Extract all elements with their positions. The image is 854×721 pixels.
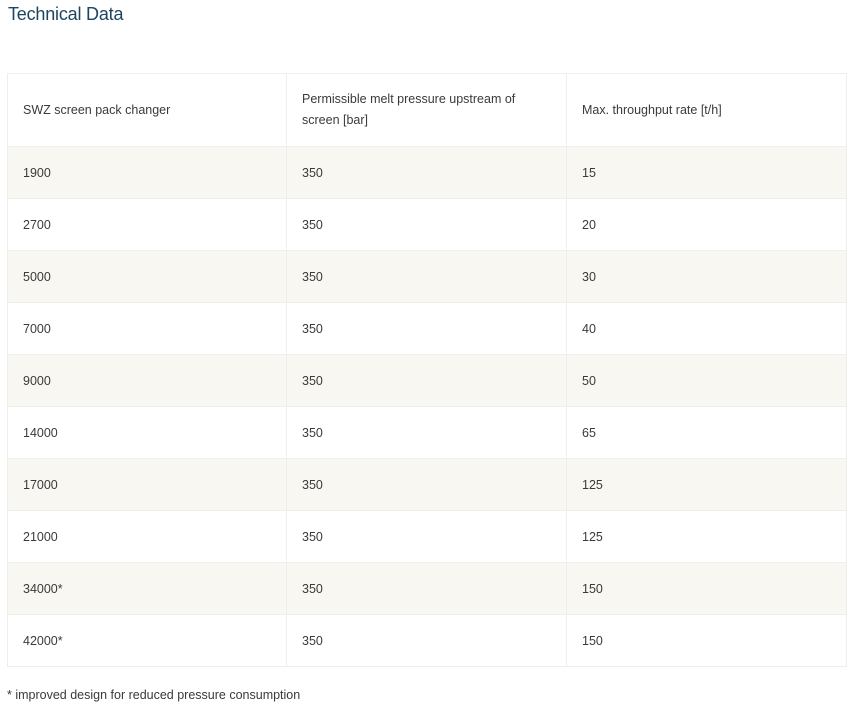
cell-melt-pressure: 350 [286, 406, 567, 459]
cell-model: 2700 [7, 198, 287, 251]
cell-model: 7000 [7, 302, 287, 355]
cell-melt-pressure: 350 [286, 302, 567, 355]
cell-throughput: 20 [566, 198, 847, 251]
table-row: 21000 350 125 [7, 510, 847, 563]
table-row: 7000 350 40 [7, 302, 847, 355]
cell-model: 5000 [7, 250, 287, 303]
cell-model: 17000 [7, 458, 287, 511]
page-title: Technical Data [8, 4, 124, 24]
cell-model: 9000 [7, 354, 287, 407]
cell-melt-pressure: 350 [286, 146, 567, 199]
table-row: 34000* 350 150 [7, 562, 847, 615]
column-header-throughput: Max. throughput rate [t/h] [566, 73, 847, 147]
cell-model: 42000* [7, 614, 287, 667]
table-header-row: SWZ screen pack changer Permissible melt… [7, 73, 847, 147]
cell-throughput: 50 [566, 354, 847, 407]
cell-model: 1900 [7, 146, 287, 199]
cell-throughput: 125 [566, 458, 847, 511]
cell-melt-pressure: 350 [286, 510, 567, 563]
technical-data-table-container: SWZ screen pack changer Permissible melt… [7, 73, 847, 667]
cell-melt-pressure: 350 [286, 198, 567, 251]
cell-throughput: 125 [566, 510, 847, 563]
footnote: * improved design for reduced pressure c… [7, 688, 301, 702]
cell-throughput: 150 [566, 614, 847, 667]
table-row: 17000 350 125 [7, 458, 847, 511]
cell-melt-pressure: 350 [286, 458, 567, 511]
column-header-model: SWZ screen pack changer [7, 73, 287, 147]
cell-model: 14000 [7, 406, 287, 459]
cell-melt-pressure: 350 [286, 354, 567, 407]
cell-throughput: 30 [566, 250, 847, 303]
technical-data-table: SWZ screen pack changer Permissible melt… [7, 73, 847, 667]
table-row: 2700 350 20 [7, 198, 847, 251]
cell-melt-pressure: 350 [286, 562, 567, 615]
table-row: 14000 350 65 [7, 406, 847, 459]
cell-melt-pressure: 350 [286, 614, 567, 667]
cell-melt-pressure: 350 [286, 250, 567, 303]
cell-throughput: 40 [566, 302, 847, 355]
column-header-melt-pressure: Permissible melt pressure upstream of sc… [286, 73, 567, 147]
table-row: 5000 350 30 [7, 250, 847, 303]
cell-model: 21000 [7, 510, 287, 563]
table-row: 9000 350 50 [7, 354, 847, 407]
cell-throughput: 65 [566, 406, 847, 459]
cell-throughput: 15 [566, 146, 847, 199]
cell-model: 34000* [7, 562, 287, 615]
cell-throughput: 150 [566, 562, 847, 615]
table-row: 1900 350 15 [7, 146, 847, 199]
table-row: 42000* 350 150 [7, 614, 847, 667]
